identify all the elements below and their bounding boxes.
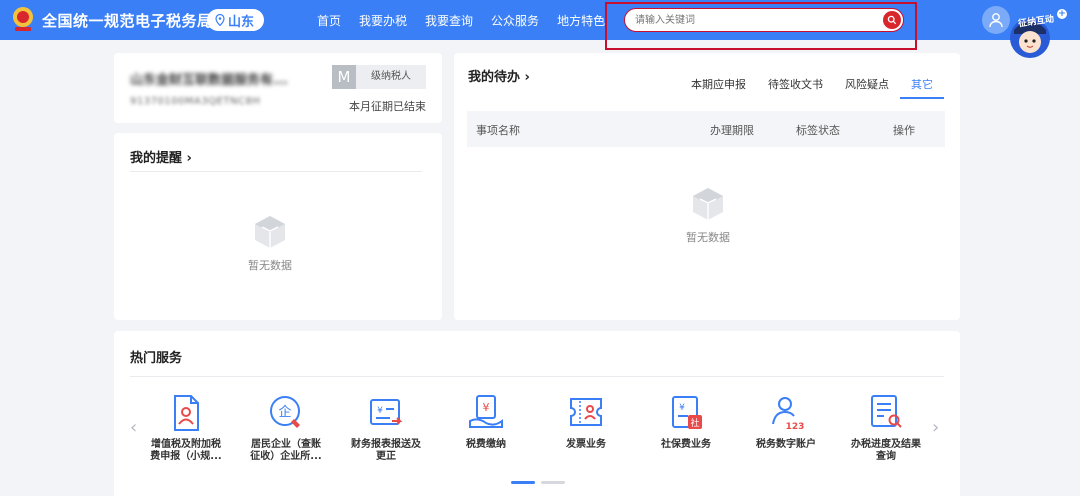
tab-current-declaration[interactable]: 本期应申报	[680, 77, 757, 99]
column-item-name: 事项名称	[476, 124, 520, 137]
svg-text:企: 企	[278, 404, 291, 420]
tab-risk-doubts[interactable]: 风险疑点	[834, 77, 900, 99]
service-label: 发票业务	[566, 439, 606, 450]
hot-services-title: 热门服务	[130, 351, 183, 366]
progress-query-icon	[871, 395, 902, 428]
top-header: 全国统一规范电子税务局 山东 首页 我要办税 我要查询 公众服务 地方特色 征纳…	[0, 0, 1080, 58]
user-document-icon	[174, 395, 199, 431]
region-selector[interactable]: 山东	[207, 9, 265, 31]
service-label: 居民企业（查账 征收）企业所...	[250, 439, 322, 462]
service-social-insurance[interactable]: ¥ 社 社保费业务	[641, 393, 731, 451]
tab-other[interactable]: 其它	[900, 77, 944, 99]
service-label: 办税进度及结果 查询	[851, 439, 921, 462]
todo-tabs: 本期应申报 待签收文书 风险疑点 其它	[680, 77, 944, 99]
service-tax-payment[interactable]: ¥ 税费缴纳	[441, 393, 531, 451]
svg-text:¥: ¥	[679, 403, 685, 413]
carousel-dot[interactable]	[541, 481, 565, 484]
tab-pending-documents[interactable]: 待签收文书	[757, 77, 834, 99]
taxpayer-grade: M	[332, 65, 356, 89]
service-financial-report[interactable]: ¥ 财务报表报送及 更正	[341, 393, 431, 463]
finance-report-icon: ¥	[370, 399, 403, 425]
todo-empty: 暂无数据	[686, 185, 730, 245]
service-progress-query[interactable]: 办税进度及结果 查询	[841, 393, 931, 463]
service-invoice[interactable]: 发票业务	[541, 393, 631, 451]
region-label: 山东	[228, 14, 255, 30]
empty-box-icon	[255, 216, 285, 248]
nav-handle-tax[interactable]: 我要办税	[350, 12, 416, 29]
period-status: 本月征期已结束	[349, 100, 426, 113]
column-action: 操作	[893, 124, 915, 137]
divider	[130, 376, 944, 377]
service-label: 税务数字账户	[756, 439, 816, 450]
service-label: 增值税及附加税 费申报（小规...	[150, 439, 222, 462]
divider	[130, 171, 422, 172]
svg-text:¥: ¥	[377, 406, 383, 416]
reminder-card: 我的提醒 › 暂无数据	[114, 133, 442, 320]
reminder-title[interactable]: 我的提醒 ›	[130, 147, 192, 166]
taxpayer-type: 级纳税人	[356, 65, 426, 89]
search-highlight-frame	[605, 2, 917, 50]
empty-text: 暂无数据	[248, 259, 292, 272]
column-tag-status: 标签状态	[796, 124, 840, 137]
main-nav: 首页 我要办税 我要查询 公众服务 地方特色	[308, 12, 614, 29]
empty-text: 暂无数据	[686, 231, 730, 244]
nav-home[interactable]: 首页	[308, 12, 350, 29]
reminder-empty: 暂无数据	[248, 213, 292, 273]
site-title: 全国统一规范电子税务局	[42, 12, 213, 30]
nav-public-service[interactable]: 公众服务	[482, 12, 548, 29]
enterprise-seal-icon: 企	[270, 396, 300, 428]
column-deadline: 办理期限	[710, 124, 754, 137]
todo-card: 我的待办 › 本期应申报 待签收文书 风险疑点 其它 事项名称 办理期限 标签状…	[454, 53, 960, 320]
svg-text:123: 123	[786, 422, 805, 432]
payment-icon: ¥	[469, 395, 503, 428]
todo-title[interactable]: 我的待办 ›	[468, 66, 530, 85]
invoice-icon	[570, 398, 602, 426]
digital-account-icon: 123	[772, 397, 805, 432]
taxpayer-badge: M 级纳税人	[332, 65, 426, 89]
hot-services-list: 增值税及附加税 费申报（小规... 企 居民企业（查账 征收）企业所... ¥ …	[114, 393, 960, 473]
user-icon	[989, 13, 1003, 28]
nav-query[interactable]: 我要查询	[416, 12, 482, 29]
plus-icon[interactable]: +	[1057, 9, 1067, 19]
user-avatar[interactable]	[982, 6, 1010, 34]
service-enterprise-income-tax[interactable]: 企 居民企业（查账 征收）企业所...	[241, 393, 331, 463]
location-pin-icon	[215, 14, 225, 26]
company-card: 山东金财互联数据服务有... 91370100MA3QETNC8H M 级纳税人…	[114, 53, 442, 123]
service-vat-declaration[interactable]: 增值税及附加税 费申报（小规...	[141, 393, 231, 463]
service-label: 税费缴纳	[466, 439, 506, 450]
social-insurance-icon: ¥ 社	[672, 396, 702, 429]
carousel-indicator	[511, 481, 565, 484]
service-label: 财务报表报送及 更正	[351, 439, 421, 462]
svg-text:¥: ¥	[483, 401, 490, 414]
hot-services-card: 热门服务 ‹ › 增值税及附加税 费申报（小规... 企 居民企业（查账 征收）…	[114, 331, 960, 496]
company-name: 山东金财互联数据服务有...	[130, 73, 288, 88]
service-label: 社保费业务	[661, 439, 711, 450]
svg-text:社: 社	[690, 417, 699, 429]
tax-emblem-icon	[13, 7, 33, 31]
carousel-dot[interactable]	[511, 481, 535, 484]
empty-box-icon	[693, 188, 723, 220]
service-digital-account[interactable]: 123 税务数字账户	[741, 393, 831, 451]
todo-table-header: 事项名称 办理期限 标签状态 操作	[467, 111, 945, 147]
company-tax-id: 91370100MA3QETNC8H	[130, 96, 261, 107]
